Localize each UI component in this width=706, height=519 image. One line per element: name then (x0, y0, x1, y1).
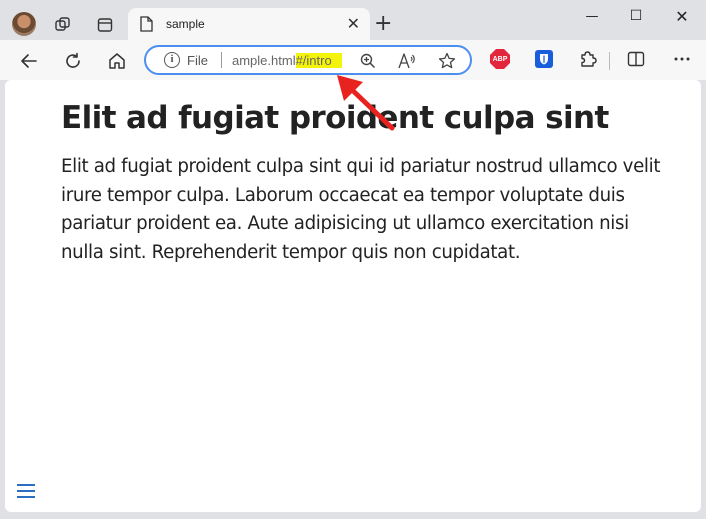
new-tab-button[interactable]: + (374, 11, 392, 37)
address-bar[interactable]: i File ample.html#/intro (144, 45, 472, 75)
page-heading: Elit ad fugiat proident culpa sint (61, 100, 609, 136)
password-manager-icon[interactable] (533, 48, 555, 70)
maximize-button[interactable]: ☐ (618, 4, 654, 28)
adblock-plus-icon[interactable]: ABP (489, 48, 511, 70)
tab-title: sample (166, 17, 205, 31)
toolbar-divider (609, 52, 610, 70)
hamburger-menu-icon[interactable] (17, 484, 35, 498)
puzzle-icon[interactable] (577, 48, 599, 70)
back-arrow-icon[interactable] (16, 48, 42, 74)
url-hash: #/intro (295, 53, 342, 68)
read-aloud-icon[interactable] (397, 51, 417, 71)
tab-strip: sample ✕ + — ☐ ✕ (0, 0, 706, 40)
star-icon[interactable] (437, 51, 457, 71)
split-screen-icon[interactable] (625, 48, 647, 70)
tab-actions-icon[interactable] (92, 12, 118, 38)
close-window-button[interactable]: ✕ (664, 4, 700, 28)
tab-close-button[interactable]: ✕ (347, 14, 360, 33)
page-viewport: Elit ad fugiat proident culpa sint Elit … (5, 80, 701, 512)
zoom-in-icon[interactable] (358, 51, 378, 71)
info-icon[interactable]: i (164, 52, 180, 68)
workspaces-icon[interactable] (50, 12, 76, 38)
scheme-label: File (187, 53, 208, 68)
tab-sample[interactable]: sample ✕ (128, 8, 370, 40)
minimize-button[interactable]: — (574, 4, 610, 28)
abp-label: ABP (490, 49, 510, 69)
address-divider (221, 52, 222, 68)
url-main: ample.html (232, 53, 296, 68)
profile-avatar[interactable] (12, 12, 36, 36)
page-paragraph: Elit ad fugiat proident culpa sint qui i… (61, 156, 661, 264)
url-text[interactable]: ample.html#/intro (232, 53, 342, 68)
home-icon[interactable] (104, 48, 130, 74)
refresh-icon[interactable] (60, 48, 86, 74)
toolbar: i File ample.html#/intro ABP (0, 40, 706, 80)
more-icon[interactable] (671, 48, 693, 70)
page-icon (140, 16, 153, 36)
